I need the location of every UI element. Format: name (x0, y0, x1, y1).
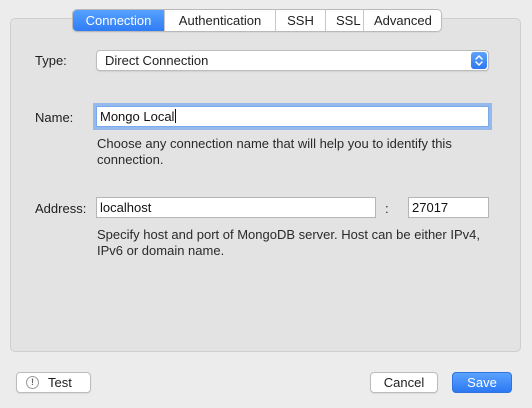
name-hint: Choose any connection name that will hel… (97, 136, 452, 167)
name-label: Name: (35, 110, 74, 125)
address-hint: Specify host and port of MongoDB server.… (97, 227, 480, 258)
address-label: Address: (35, 201, 87, 216)
tab-connection[interactable]: Connection (73, 10, 164, 31)
host-input[interactable]: localhost (96, 197, 376, 218)
type-label: Type: (35, 53, 67, 68)
type-select[interactable]: Direct Connection (96, 50, 489, 71)
tab-bar: Connection Authentication SSH SSL Advanc… (72, 9, 442, 32)
name-input[interactable]: Mongo Local (96, 106, 489, 127)
name-input-value: Mongo Local (100, 109, 175, 124)
port-input[interactable]: 27017 (408, 197, 489, 218)
test-button-label: Test (48, 375, 72, 390)
tab-ssh[interactable]: SSH (275, 10, 325, 31)
exclamation-circle-icon: ! (26, 376, 39, 389)
connection-dialog: Connection Authentication SSH SSL Advanc… (0, 0, 532, 408)
save-button[interactable]: Save (452, 372, 512, 393)
host-port-separator: : (385, 201, 389, 216)
tab-advanced[interactable]: Advanced (363, 10, 441, 31)
type-select-value: Direct Connection (105, 53, 209, 68)
cancel-button[interactable]: Cancel (370, 372, 438, 393)
tab-ssl[interactable]: SSL (325, 10, 363, 31)
text-caret (175, 109, 177, 123)
host-input-value: localhost (100, 200, 152, 215)
chevron-up-down-icon (471, 52, 487, 69)
test-button[interactable]: ! Test (16, 372, 91, 393)
port-input-value: 27017 (412, 200, 449, 215)
tab-authentication[interactable]: Authentication (164, 10, 275, 31)
